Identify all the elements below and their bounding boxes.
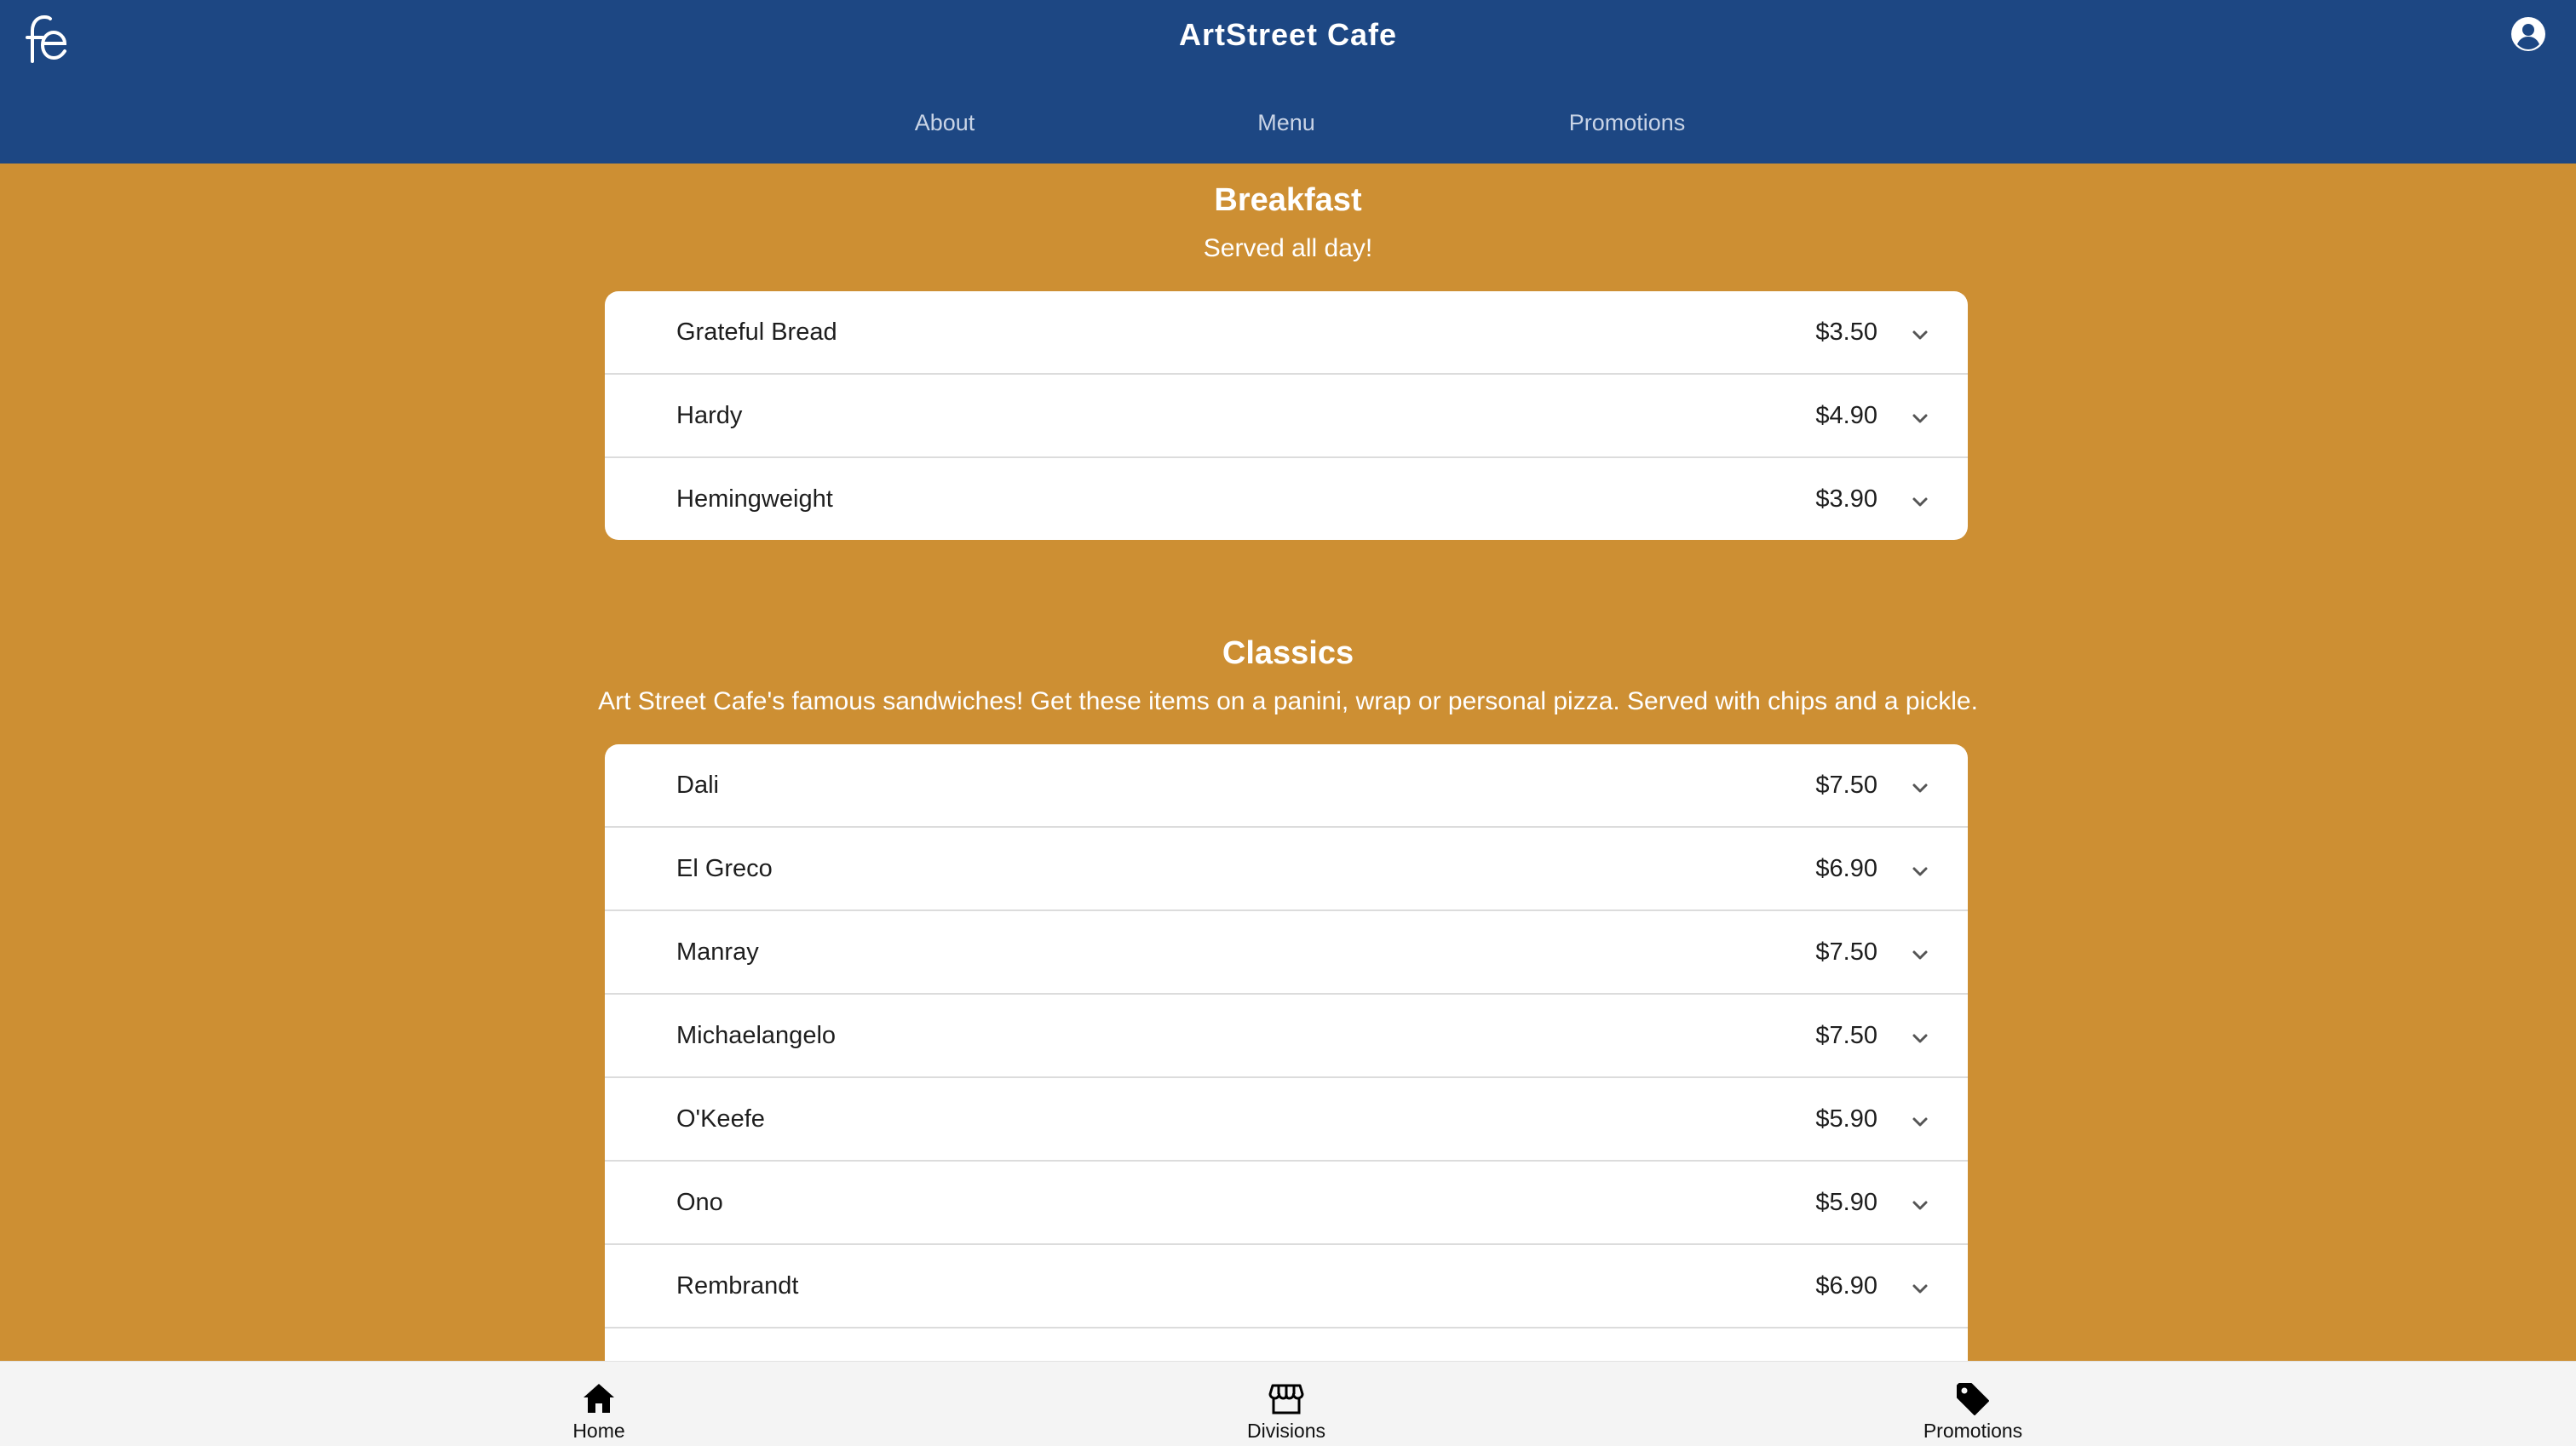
menu-card-classics: Dali $7.50 El Greco $6.90 Manray $7.50 M…	[605, 744, 1968, 1426]
menu-item-name: Ono	[676, 1189, 723, 1216]
menu-item-row[interactable]: Rembrandt $6.90	[605, 1245, 1968, 1328]
menu-item-row[interactable]: Hemingweight $3.90	[605, 458, 1968, 540]
menu-card-breakfast: Grateful Bread $3.50 Hardy $4.90 Hemingw…	[605, 291, 1968, 540]
home-icon	[584, 1384, 614, 1413]
chevron-down-icon[interactable]	[1910, 1112, 1930, 1133]
chevron-down-icon[interactable]	[1910, 945, 1930, 966]
chevron-down-icon[interactable]	[1910, 492, 1930, 513]
section-subtitle-breakfast: Served all day!	[1203, 234, 1373, 262]
chevron-down-icon[interactable]	[1910, 1196, 1930, 1216]
bottom-nav-promotions[interactable]: Promotions	[1888, 1362, 2058, 1446]
section-title-classics: Classics	[1222, 635, 1354, 671]
menu-item-price: $3.90	[1815, 485, 1877, 513]
menu-item-row[interactable]: Hardy $4.90	[605, 375, 1968, 458]
menu-item-name: Dali	[676, 772, 719, 799]
tag-icon	[1957, 1383, 1989, 1415]
menu-item-row[interactable]: El Greco $6.90	[605, 828, 1968, 911]
bottom-nav: Home Divisions Promotions	[0, 1361, 2576, 1446]
nav-menu[interactable]: Menu	[1184, 102, 1389, 143]
nav-promotions[interactable]: Promotions	[1525, 102, 1729, 143]
menu-item-price: $7.50	[1815, 1022, 1877, 1049]
app-title: ArtStreet Cafe	[1178, 17, 1398, 52]
menu-item-name: El Greco	[676, 855, 773, 882]
menu-item-name: Michaelangelo	[676, 1022, 837, 1049]
chevron-down-icon[interactable]	[1910, 325, 1930, 346]
menu-item-name: Manray	[676, 938, 759, 966]
bottom-nav-label: Divisions	[1246, 1420, 1326, 1442]
menu-item-price: $5.90	[1815, 1105, 1877, 1133]
menu-item-row[interactable]: O'Keefe $5.90	[605, 1078, 1968, 1162]
chevron-down-icon[interactable]	[1910, 1279, 1930, 1300]
chevron-down-icon[interactable]	[1910, 778, 1930, 799]
chevron-down-icon[interactable]	[1910, 1029, 1930, 1049]
menu-item-name: O'Keefe	[676, 1105, 765, 1133]
chevron-down-icon[interactable]	[1910, 862, 1930, 882]
storefront-icon	[1268, 1384, 1304, 1414]
menu-item-row[interactable]: Dali $7.50	[605, 744, 1968, 828]
section-title-breakfast: Breakfast	[1214, 182, 1362, 218]
top-nav: About Menu Promotions	[0, 102, 2576, 143]
chevron-down-icon[interactable]	[1910, 409, 1930, 429]
nav-about[interactable]: About	[842, 102, 1047, 143]
bottom-nav-label: Promotions	[1923, 1420, 2023, 1442]
section-subtitle-classics: Art Street Cafe's famous sandwiches! Get…	[598, 687, 1978, 715]
bottom-nav-home[interactable]: Home	[514, 1362, 684, 1446]
menu-item-row[interactable]: Michaelangelo $7.50	[605, 995, 1968, 1078]
menu-item-price: $4.90	[1815, 402, 1877, 429]
menu-item-price: $7.50	[1815, 772, 1877, 799]
menu-item-name: Rembrandt	[676, 1272, 799, 1300]
account-circle-icon[interactable]	[2510, 15, 2547, 53]
menu-item-price: $6.90	[1815, 1272, 1877, 1300]
menu-item-price: $5.90	[1815, 1189, 1877, 1216]
menu-item-price: $7.50	[1815, 938, 1877, 966]
menu-item-name: Grateful Bread	[676, 318, 837, 346]
bottom-nav-label: Home	[572, 1420, 625, 1442]
menu-item-price: $3.50	[1815, 318, 1877, 346]
menu-item-row[interactable]: Grateful Bread $3.50	[605, 291, 1968, 375]
top-header: ArtStreet Cafe About Menu Promotions	[0, 0, 2576, 164]
menu-item-price: $6.90	[1815, 855, 1877, 882]
menu-item-row[interactable]: Ono $5.90	[605, 1162, 1968, 1245]
menu-item-row[interactable]: Manray $7.50	[605, 911, 1968, 995]
menu-item-name: Hardy	[676, 402, 743, 429]
menu-item-name: Hemingweight	[676, 485, 833, 513]
app-page: ArtStreet Cafe About Menu Promotions Bre…	[0, 0, 2576, 1446]
bottom-nav-divisions[interactable]: Divisions	[1201, 1362, 1371, 1446]
